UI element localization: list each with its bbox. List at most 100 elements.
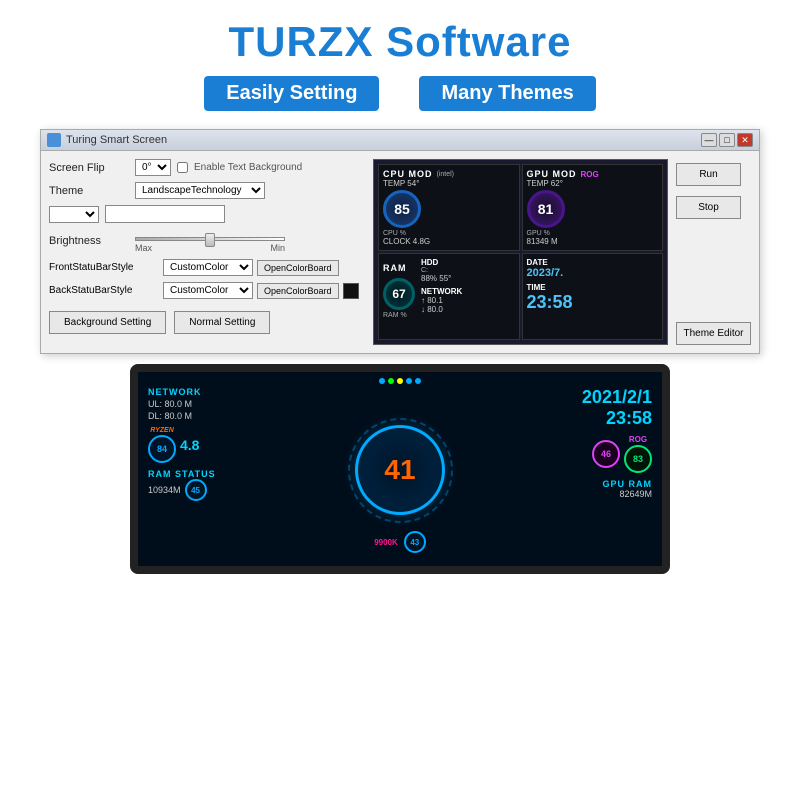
normal-setting-button[interactable]: Normal Setting [174,311,270,334]
enable-text-bg-label: Enable Text Background [194,162,302,173]
s-rog-logo: ROG [629,435,647,444]
window-controls[interactable]: — □ ✕ [701,133,753,147]
cpu-gauge: 85 [383,190,421,228]
s-gpu-value: 46 [601,449,611,459]
brightness-slider-track[interactable] [135,237,285,241]
network-label: NETWORK [421,287,462,296]
screen-flip-label: Screen Flip [49,162,129,174]
badges: Easily Setting Many Themes [0,76,800,111]
screen-right-panel: 2021/2/1 23:58 46 ROG 83 [522,387,652,553]
s-ram-status-val: 10934M [148,485,181,495]
stop-button[interactable]: Stop [676,196,741,219]
hdd-val1: 88% [421,274,437,283]
front-statusbar-label: FrontStatuBarStyle [49,262,159,273]
cpu-value: 85 [394,201,410,217]
extra-select[interactable] [49,206,99,223]
dot-2 [388,378,394,384]
ram-label: RAM [383,263,407,273]
screen-left-panel: NETWORK UL: 80.0 M DL: 80.0 M RYZEN 84 4… [148,387,278,553]
hud-date-cell: DATE 2023/7. TIME 23:58 [522,253,664,340]
dot-5 [415,378,421,384]
cpu-info: CPU MOD (intel) TEMP 54° 85 CPU % CLOCK … [383,169,454,246]
cpu-temp: TEMP 54° [383,179,454,188]
mini-gauge-row-left: RYZEN 84 4.8 [148,427,278,463]
back-statusbar-label: BackStatuBarStyle [49,285,159,296]
hdd-network-section: HDD C: 88% 55° NETWORK ↑ 80.1 ↓ 80.0 [421,258,462,314]
s-cpu-temp-val: 43 [410,538,419,547]
ram-value: 67 [392,287,405,301]
date-time-right: 2021/2/1 23:58 [522,387,652,429]
front-open-color-button[interactable]: OpenColorBoard [257,260,339,276]
hud-gpu-cell: GPU MOD ROG TEMP 62° 81 GPU % 81349 M [522,164,664,251]
gpu-ram-section: GPU RAM 82649M [522,479,652,499]
ryzen-logo: RYZEN [150,427,174,434]
brightness-slider-container: Max Min [135,229,285,253]
maximize-button[interactable]: □ [719,133,735,147]
dot-3 [397,378,403,384]
theme-label: Theme [49,185,129,197]
minimize-button[interactable]: — [701,133,717,147]
s-network-label: NETWORK [148,387,278,397]
badge-easily-setting: Easily Setting [204,76,379,111]
dot-4 [406,378,412,384]
titlebar-left: Turing Smart Screen [47,133,167,147]
gpu-value: 81 [538,201,554,217]
mini-gauge-cpu: 84 [148,435,176,463]
hdd-label: HDD [421,258,462,267]
hud-panel: CPU MOD (intel) TEMP 54° 85 CPU % CLOCK … [373,159,668,345]
cpu-label: CPU MOD [383,169,433,179]
s-small-val: 83 [633,454,643,464]
ram-status-section: RAM STATUS 10934M 45 [148,469,278,501]
gpu-cell-top: GPU MOD ROG TEMP 62° 81 GPU % 81349 M [527,169,659,246]
back-statusbar-select[interactable]: CustomColor [163,282,253,299]
gpu-pct-label: GPU % [527,230,599,237]
cpu-clock: CLOCK 4.8G [383,237,454,246]
screen-content: NETWORK UL: 80.0 M DL: 80.0 M RYZEN 84 4… [138,372,662,566]
brightness-row: Brightness Max Min [49,229,365,253]
hdd-val2: 55° [439,274,451,283]
ram-pct-label: RAM % [383,312,415,319]
hdd-val: 88% 55° [421,274,462,283]
bottom-buttons: Background Setting Normal Setting [49,311,365,334]
date-section: DATE 2023/7. TIME 23:58 [527,258,659,313]
back-open-color-button[interactable]: OpenColorBoard [257,283,339,299]
s-gpu-ram-val: 82649M [522,489,652,499]
software-window: Turing Smart Screen — □ ✕ Screen Flip 0°… [40,129,760,354]
network-up: ↑ 80.1 [421,296,462,305]
brightness-min-label: Min [270,243,285,253]
gpu-label: GPU MOD [527,169,577,179]
cpu-pct-label: CPU % [383,230,454,237]
enable-text-bg-checkbox[interactable] [177,162,188,173]
cpu-cell-top: CPU MOD (intel) TEMP 54° 85 CPU % CLOCK … [383,169,515,246]
window-icon [47,133,61,147]
hud-cpu-cell: CPU MOD (intel) TEMP 54° 85 CPU % CLOCK … [378,164,520,251]
front-statusbar-select[interactable]: CustomColor [163,259,253,276]
brightness-slider-thumb[interactable] [205,233,215,247]
color-swatch[interactable] [343,283,359,299]
background-setting-button[interactable]: Background Setting [49,311,166,334]
s-gpu-ram-label: GPU RAM [522,479,652,489]
physical-screen: NETWORK UL: 80.0 M DL: 80.0 M RYZEN 84 4… [130,364,670,574]
theme-select[interactable]: LandscapeTechnology [135,182,265,199]
run-button[interactable]: Run [676,163,741,186]
screen-topbar [148,378,652,384]
header: TURZX Software Easily Setting Many Theme… [0,0,800,121]
time-label: TIME [527,283,659,292]
s-time-value: 23:58 [522,408,652,429]
close-button[interactable]: ✕ [737,133,753,147]
date-label: DATE [527,258,659,267]
mini-gauge-cpu-temp: 43 [404,531,426,553]
window-body: Screen Flip 0° Enable Text Background Th… [41,151,759,353]
brightness-max-label: Max [135,243,152,253]
s-ram-status-label: RAM STATUS [148,469,278,479]
front-statusbar-row: FrontStatuBarStyle CustomColor OpenColor… [49,259,365,276]
screen-flip-select[interactable]: 0° [135,159,171,176]
theme-editor-button[interactable]: Theme Editor [676,322,751,345]
extra-input[interactable] [105,205,225,223]
gpu-gauge: 81 [527,190,565,228]
s-cpu-name: 9900K [374,538,398,547]
s-cpu-value: 84 [157,444,167,454]
time-value: 23:58 [527,292,659,313]
mini-gauge-gpu: 46 [592,440,620,468]
ram-hdd-row: RAM 67 RAM % HDD C: 88% 55° NETWORK [383,258,515,319]
